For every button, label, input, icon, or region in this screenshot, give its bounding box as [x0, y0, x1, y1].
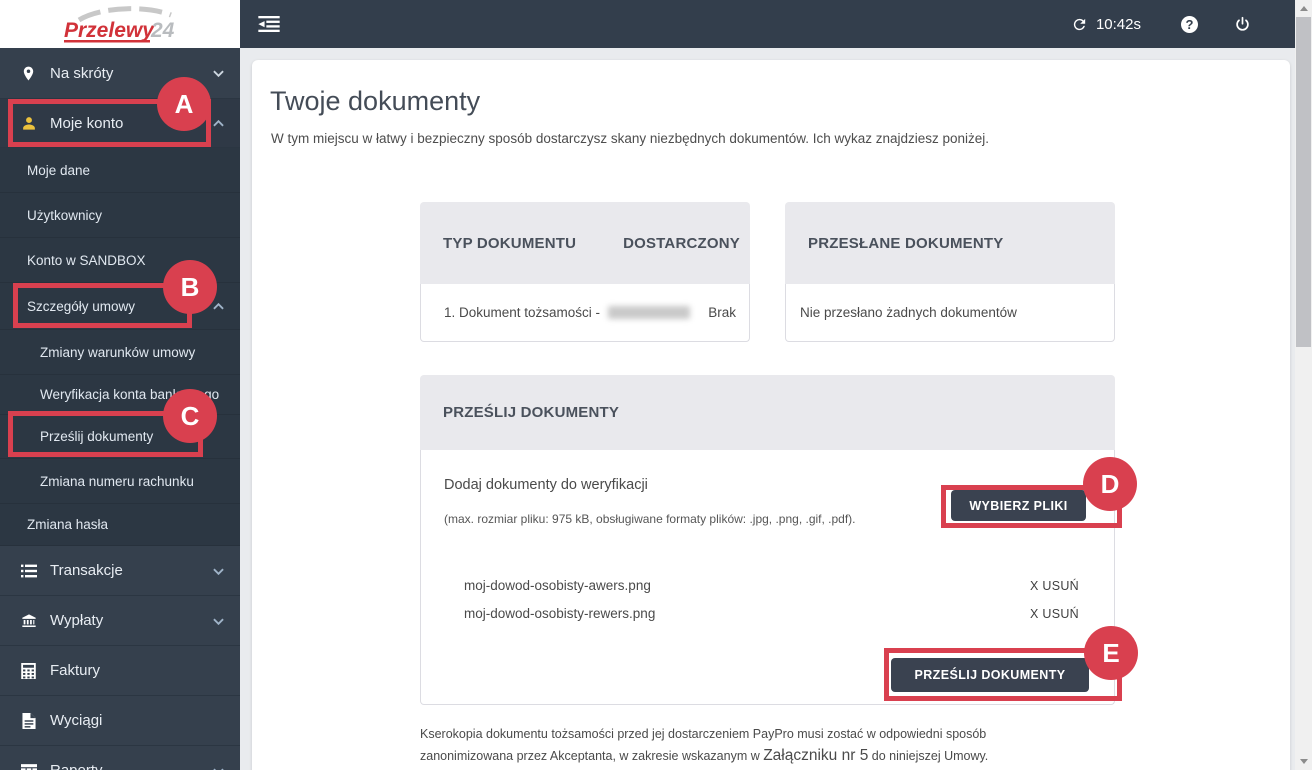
file-name: moj-dowod-osobisty-rewers.png [464, 606, 656, 621]
note-text: do niniejszej Umowy. [868, 749, 989, 764]
sidebar-item-uzytkownicy[interactable]: Użytkownicy [0, 193, 240, 238]
upload-documents-card: PRZEŚLIJ DOKUMENTY Dodaj dokumenty do we… [420, 375, 1115, 705]
sidebar-item-label: Transakcje [50, 562, 123, 579]
help-icon[interactable]: ? [1181, 15, 1198, 33]
topbar: 10:42s ? [240, 0, 1295, 48]
sidebar-item-przeslij-dokumenty[interactable]: Prześlij dokumenty [0, 415, 240, 459]
content-panel: Twoje dokumenty W tym miejscu w łatwy i … [252, 60, 1290, 770]
sidebar-item-moje-konto[interactable]: Moje konto [0, 99, 240, 148]
sidebar-item-zmiana-hasla[interactable]: Zmiana hasła [0, 504, 240, 546]
chevron-down-icon [213, 612, 224, 629]
delivery-status: Brak [708, 305, 736, 320]
sidebar-item-wyciagi[interactable]: Wyciągi [0, 696, 240, 746]
scrollbar-thumb[interactable] [1296, 17, 1311, 347]
upload-card-title: PRZEŚLIJ DOKUMENTY [443, 404, 620, 421]
brand-name-suffix: 24 [150, 19, 175, 42]
sidebar-item-label: Weryfikacja konta bankowego [40, 387, 220, 402]
upload-card-header: PRZEŚLIJ DOKUMENTY [420, 375, 1115, 450]
sent-documents-empty-text: Nie przesłano żadnych dokumentów [800, 305, 1017, 320]
topbar-actions: 10:42s ? [1071, 15, 1251, 33]
sidebar-item-weryfikacja-konta-bankowego[interactable]: Weryfikacja konta bankowego [0, 375, 240, 415]
chevron-down-icon [213, 762, 224, 770]
sidebar-item-label: Konto w SANDBOX [27, 252, 146, 268]
document-types-header: TYP DOKUMENTU DOSTARCZONY [420, 202, 750, 284]
chevron-down-icon [213, 65, 224, 82]
sidebar-item-label: Wypłaty [50, 612, 104, 629]
sidebar-item-zmiany-warunkow-umowy[interactable]: Zmiany warunków umowy [0, 330, 240, 375]
document-icon [20, 712, 37, 729]
sidebar-item-label: Raporty [50, 762, 103, 770]
refresh-button[interactable]: 10:42s [1071, 16, 1141, 33]
sidebar-item-zmiana-numeru-rachunku[interactable]: Zmiana numeru rachunku [0, 459, 240, 504]
document-type-row: 1. Dokument tożsamości - Brak [420, 284, 750, 342]
map-pin-icon [20, 65, 37, 82]
chevron-down-icon [213, 562, 224, 579]
upload-file-requirements: (max. rozmiar pliku: 975 kB, obsługiwane… [444, 512, 856, 526]
calculator-icon [20, 662, 37, 679]
sidebar-item-moje-dane[interactable]: Moje dane [0, 148, 240, 193]
remove-file-button[interactable]: X USUŃ [1030, 579, 1079, 593]
sidebar-item-label: Moje konto [50, 114, 124, 132]
sidebar-item-transakcje[interactable]: Transakcje [0, 546, 240, 596]
list-icon [20, 562, 37, 579]
sidebar-item-label: Wyciągi [50, 712, 103, 729]
sidebar-item-label: Na skróty [50, 64, 114, 82]
przeslij-dokumenty-button[interactable]: PRZEŚLIJ DOKUMENTY [891, 658, 1089, 692]
table-icon [20, 762, 37, 770]
page-title: Twoje dokumenty [270, 86, 481, 116]
upload-instruction: Dodaj dokumenty do weryfikacji [444, 477, 648, 493]
file-name: moj-dowod-osobisty-awers.png [464, 578, 651, 593]
sent-documents-empty-row: Nie przesłano żadnych dokumentów [785, 284, 1115, 342]
page-intro: W tym miejscu w łatwy i bezpieczny sposó… [271, 131, 990, 146]
sidebar-item-label: Zmiany warunków umowy [40, 344, 196, 360]
sidebar-item-label: Moje dane [27, 162, 91, 178]
sidebar-item-wyplaty[interactable]: Wypłaty [0, 596, 240, 646]
przelewy24-logo-graphic: Przelewy 24 [64, 6, 175, 43]
sidebar-item-label: Prześlij dokumenty [40, 429, 154, 444]
document-type-label: 1. Dokument tożsamości - [444, 305, 601, 320]
uploaded-file-row: moj-dowod-osobisty-rewers.png X USUŃ [464, 606, 1079, 621]
wybierz-pliki-button[interactable]: WYBIERZ PLIKI [951, 490, 1086, 521]
sent-documents-title: PRZESŁANE DOKUMENTY [808, 234, 1004, 252]
vertical-scrollbar[interactable] [1295, 0, 1312, 770]
scrollbar-up-arrow[interactable] [1295, 0, 1312, 17]
session-timer: 10:42s [1095, 15, 1141, 33]
sidebar-item-label: Zmiana numeru rachunku [40, 473, 194, 489]
logout-power-icon[interactable] [1234, 16, 1251, 33]
chevron-up-icon [213, 299, 224, 314]
refresh-icon [1073, 18, 1086, 30]
chevron-up-icon [213, 115, 224, 132]
sidebar-item-label: Użytkownicy [27, 207, 103, 223]
brand-name-primary: Przelewy [64, 19, 155, 42]
brand-logo[interactable]: Przelewy 24 [0, 0, 240, 48]
redacted-merchant-name [608, 306, 691, 319]
sidebar-item-label: Zmiana hasła [27, 517, 109, 532]
sidebar-item-label: Szczegóły umowy [27, 298, 136, 314]
remove-file-button[interactable]: X USUŃ [1030, 607, 1079, 621]
column-header-dostarczony: DOSTARCZONY [623, 234, 740, 252]
sidebar-item-raporty[interactable]: Raporty [0, 746, 240, 770]
sidebar-item-faktury[interactable]: Faktury [0, 646, 240, 696]
sidebar-item-na-skroty[interactable]: Na skróty [0, 48, 240, 99]
sidebar: Przelewy 24 Na skróty Moje konto Moje da… [0, 0, 240, 770]
uploaded-file-row: moj-dowod-osobisty-awers.png X USUŃ [464, 578, 1079, 593]
bank-icon [20, 612, 37, 629]
sidebar-item-konto-w-sandbox[interactable]: Konto w SANDBOX [0, 238, 240, 283]
scrollbar-down-arrow[interactable] [1295, 753, 1312, 770]
sent-documents-header: PRZESŁANE DOKUMENTY [785, 202, 1115, 284]
upload-card-body: Dodaj dokumenty do weryfikacji (max. roz… [420, 450, 1115, 705]
app-window: Przelewy 24 Na skróty Moje konto Moje da… [0, 0, 1312, 770]
document-types-card: TYP DOKUMENTU DOSTARCZONY 1. Dokument to… [420, 202, 750, 342]
sidebar-toggle-icon[interactable] [258, 16, 280, 32]
anonymization-note: Kserokopia dokumentu tożsamości przed je… [420, 725, 1078, 768]
sidebar-item-label: Faktury [50, 662, 101, 679]
column-header-typ-dokumentu: TYP DOKUMENTU [443, 234, 577, 252]
user-icon [20, 115, 37, 132]
sidebar-item-szczegoly-umowy[interactable]: Szczegóły umowy [0, 283, 240, 330]
sent-documents-card: PRZESŁANE DOKUMENTY Nie przesłano żadnyc… [785, 202, 1115, 342]
attachment-reference: Załączniku nr 5 [763, 747, 869, 765]
